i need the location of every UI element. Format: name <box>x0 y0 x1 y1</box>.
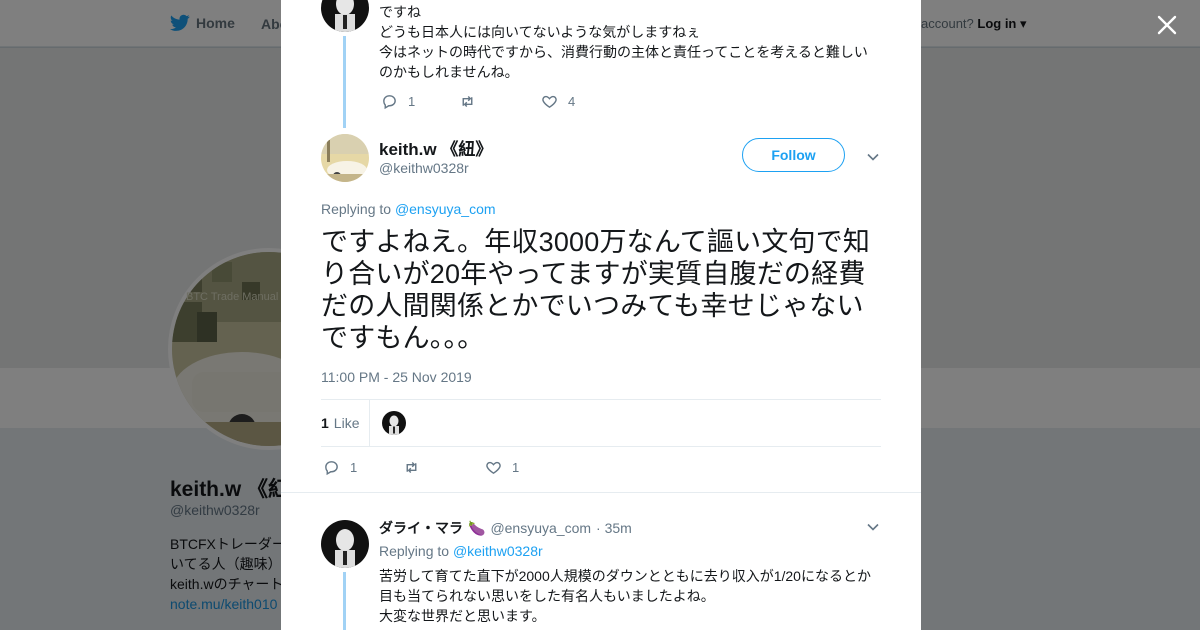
reply-tweet-text: 苦労して育てた直下が2000人規模のダウンとともに去り収入が1/20になるとか … <box>379 566 871 626</box>
divider <box>321 446 881 447</box>
like-count: 1 <box>512 460 520 475</box>
author-handle[interactable]: @keithw0328r <box>379 160 469 176</box>
reply-author: ダライ・マラ 🍆 @ensyuya_com · 35m <box>379 518 632 538</box>
like-count: 4 <box>568 94 576 109</box>
like-button[interactable]: 1 <box>485 459 519 476</box>
replying-handle-link[interactable]: @keithw0328r <box>453 543 543 559</box>
author-name[interactable]: keith.w 《紐》 <box>379 135 492 160</box>
reply-button[interactable]: 1 <box>323 459 403 476</box>
tweet-timestamp[interactable]: 11:00 PM - 25 Nov 2019 <box>321 369 472 385</box>
retweet-icon <box>406 462 417 473</box>
avatar[interactable] <box>321 134 369 182</box>
main-tweet-actions: 1 1 <box>323 459 519 476</box>
prev-tweet-actions: 1 4 <box>381 93 575 110</box>
reply-time[interactable]: · 35m <box>596 520 632 536</box>
follow-button[interactable]: Follow <box>742 138 845 172</box>
chevron-down-icon[interactable] <box>866 150 880 164</box>
prev-tweet-text: ですね どうも日本人には向いてないような気がしますねぇ 今はネットの時代ですから… <box>379 2 868 82</box>
reply-icon <box>383 95 396 110</box>
likes-stat-label: Like <box>333 415 360 431</box>
tweet-line: 目も当てられない思いをした有名人もいましたよね。 <box>379 588 715 604</box>
reply-author-name[interactable]: ダライ・マラ <box>379 518 463 538</box>
likes-stats[interactable]: 1 Like <box>321 400 359 446</box>
eggplant-emoji: 🍆 <box>468 519 486 536</box>
retweet-icon <box>462 96 473 107</box>
close-button[interactable] <box>1152 10 1182 40</box>
tweet-line: 苦労して育てた直下が2000人規模のダウンとともに去り収入が1/20になるとか <box>379 568 871 584</box>
avatar[interactable] <box>321 0 369 32</box>
divider <box>369 400 370 446</box>
tweet-modal: ですね どうも日本人には向いてないような気がしますねぇ 今はネットの時代ですから… <box>281 0 921 630</box>
like-button[interactable]: 4 <box>541 93 575 110</box>
divider <box>321 399 881 400</box>
replying-to: Replying to @ensyuya_com <box>321 201 496 217</box>
retweet-button[interactable] <box>403 459 485 476</box>
likes-stat-count: 1 <box>321 415 329 431</box>
replying-prefix: Replying to <box>321 201 392 217</box>
tweet-line: のかもしれませんね。 <box>379 64 519 80</box>
liker-avatar[interactable] <box>382 411 406 435</box>
reply-button[interactable]: 1 <box>381 93 459 110</box>
replying-prefix: Replying to <box>379 543 450 559</box>
tweet-text: ですよねえ。年収3000万なんて謳い文句で知り合いが20年やってますが実質自腹だ… <box>321 227 871 353</box>
tweet-line: 今はネットの時代ですから、消費行動の主体と責任ってことを考えると難しい <box>379 44 868 60</box>
tweet-line: ですね <box>379 4 421 20</box>
heart-icon <box>486 461 501 475</box>
tweet-line: 大変な世界だと思います。 <box>379 608 546 624</box>
reply-count: 1 <box>408 94 416 109</box>
thread-line <box>343 36 346 128</box>
chevron-down-icon[interactable] <box>866 520 880 534</box>
divider <box>281 492 921 493</box>
avatar[interactable] <box>321 520 369 568</box>
reply-icon <box>325 461 338 476</box>
reply-author-handle[interactable]: @ensyuya_com <box>490 520 591 536</box>
replying-to: Replying to @keithw0328r <box>379 543 543 559</box>
tweet-line: どうも日本人には向いてないような気がしますねぇ <box>379 24 701 40</box>
retweet-button[interactable] <box>459 93 541 110</box>
reply-count: 1 <box>350 460 358 475</box>
close-icon <box>1157 15 1177 35</box>
thread-line <box>343 572 346 630</box>
replying-handle-link[interactable]: @ensyuya_com <box>395 201 496 217</box>
heart-icon <box>542 95 557 109</box>
